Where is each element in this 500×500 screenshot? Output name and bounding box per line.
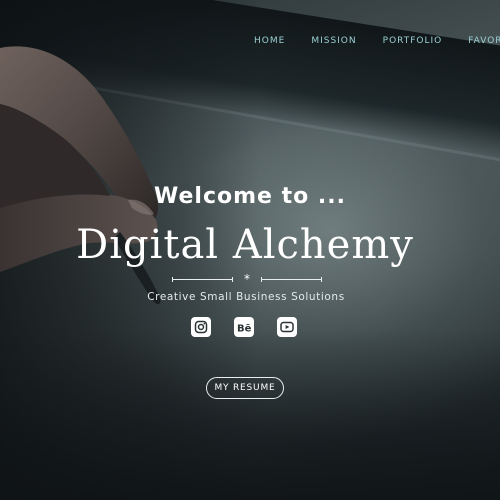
divider-star-icon: * bbox=[244, 272, 250, 286]
youtube-icon bbox=[280, 321, 294, 333]
nav-item-home[interactable]: HOME bbox=[254, 36, 285, 46]
title-divider: * bbox=[172, 272, 322, 287]
instagram-icon bbox=[194, 320, 208, 334]
svg-text:Bē: Bē bbox=[237, 324, 252, 335]
tagline: Creative Small Business Solutions bbox=[147, 291, 345, 303]
youtube-link[interactable] bbox=[277, 317, 297, 337]
hero-section: HOME MISSION PORTFOLIO FAVORITE Welcome … bbox=[0, 0, 500, 500]
behance-icon: Bē bbox=[237, 324, 252, 335]
behance-link[interactable]: Bē bbox=[234, 317, 254, 337]
welcome-heading: Welcome to ... bbox=[154, 184, 346, 209]
instagram-link[interactable] bbox=[191, 317, 211, 337]
social-links: Bē bbox=[191, 317, 297, 337]
divider-cap bbox=[232, 277, 233, 282]
divider-line bbox=[262, 279, 322, 280]
main-nav: HOME MISSION PORTFOLIO FAVORITE bbox=[254, 36, 500, 46]
nav-item-mission[interactable]: MISSION bbox=[311, 36, 356, 46]
divider-cap bbox=[321, 277, 322, 282]
nav-item-portfolio[interactable]: PORTFOLIO bbox=[383, 36, 443, 46]
my-resume-button[interactable]: MY RESUME bbox=[206, 377, 284, 399]
site-title: Digital Alchemy bbox=[76, 222, 414, 268]
nav-item-favorite[interactable]: FAVORITE bbox=[468, 36, 500, 46]
divider-line bbox=[172, 279, 232, 280]
